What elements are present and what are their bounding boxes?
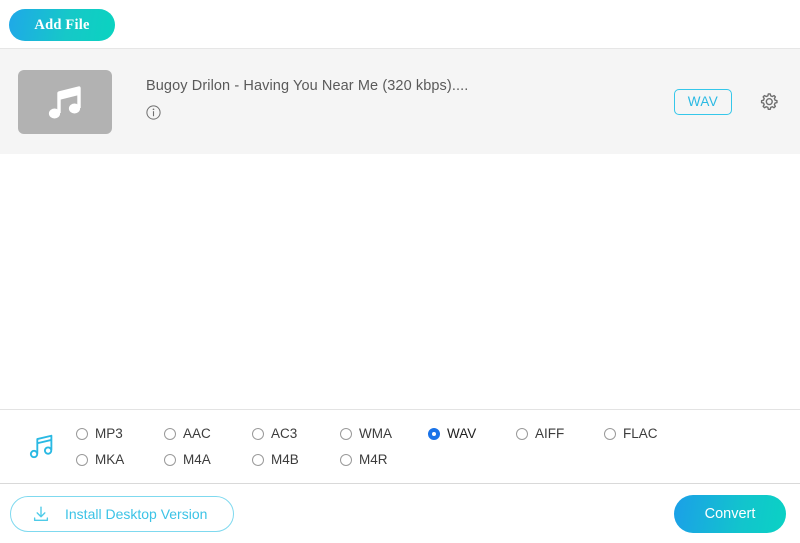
format-selection-bar: MP3 AAC AC3 WMA WAV AIFF FLAC MK [0, 409, 800, 483]
radio-aiff[interactable] [516, 428, 528, 440]
format-option-wav[interactable]: WAV [428, 426, 516, 441]
convert-button[interactable]: Convert [674, 495, 786, 533]
radio-wma[interactable] [340, 428, 352, 440]
format-label-wav: WAV [447, 426, 476, 441]
music-note-icon [27, 432, 57, 462]
file-thumbnail [18, 70, 112, 134]
format-options-grid: MP3 AAC AC3 WMA WAV AIFF FLAC MK [76, 421, 692, 473]
info-circle-icon[interactable] [146, 105, 161, 125]
audio-type-icon-wrap [18, 432, 66, 462]
file-row-actions: WAV [674, 89, 780, 115]
format-label-m4a: M4A [183, 452, 211, 467]
radio-m4a[interactable] [164, 454, 176, 466]
format-option-mka[interactable]: MKA [76, 452, 164, 467]
format-label-aiff: AIFF [535, 426, 564, 441]
format-option-aac[interactable]: AAC [164, 426, 252, 441]
format-option-mp3[interactable]: MP3 [76, 426, 164, 441]
add-file-button[interactable]: Add File [9, 9, 115, 41]
radio-aac[interactable] [164, 428, 176, 440]
radio-m4b[interactable] [252, 454, 264, 466]
format-label-m4r: M4R [359, 452, 388, 467]
radio-ac3[interactable] [252, 428, 264, 440]
radio-wav[interactable] [428, 428, 440, 440]
install-desktop-version-button[interactable]: Install Desktop Version [10, 496, 234, 532]
download-icon [31, 504, 51, 524]
format-option-aiff[interactable]: AIFF [516, 426, 604, 441]
file-row[interactable]: Bugoy Drilon - Having You Near Me (320 k… [0, 49, 800, 154]
file-info: Bugoy Drilon - Having You Near Me (320 k… [146, 78, 674, 125]
output-format-badge[interactable]: WAV [674, 89, 732, 115]
radio-flac[interactable] [604, 428, 616, 440]
format-option-m4b[interactable]: M4B [252, 452, 340, 467]
radio-mka[interactable] [76, 454, 88, 466]
settings-button[interactable] [758, 91, 780, 113]
bottom-action-bar: Install Desktop Version Convert [0, 483, 800, 543]
format-label-ac3: AC3 [271, 426, 297, 441]
format-label-flac: FLAC [623, 426, 658, 441]
format-option-wma[interactable]: WMA [340, 426, 428, 441]
radio-mp3[interactable] [76, 428, 88, 440]
top-toolbar: Add File [0, 0, 800, 48]
file-list: Bugoy Drilon - Having You Near Me (320 k… [0, 48, 800, 154]
music-note-icon [45, 83, 85, 121]
format-option-m4r[interactable]: M4R [340, 452, 428, 467]
format-option-m4a[interactable]: M4A [164, 452, 252, 467]
radio-m4r[interactable] [340, 454, 352, 466]
format-option-flac[interactable]: FLAC [604, 426, 692, 441]
gear-icon [758, 91, 780, 113]
format-label-mka: MKA [95, 452, 124, 467]
format-option-ac3[interactable]: AC3 [252, 426, 340, 441]
file-name-label: Bugoy Drilon - Having You Near Me (320 k… [146, 78, 674, 94]
install-desktop-version-label: Install Desktop Version [65, 506, 207, 522]
format-label-aac: AAC [183, 426, 211, 441]
empty-drop-area [0, 154, 800, 409]
format-label-mp3: MP3 [95, 426, 123, 441]
format-label-m4b: M4B [271, 452, 299, 467]
format-label-wma: WMA [359, 426, 392, 441]
